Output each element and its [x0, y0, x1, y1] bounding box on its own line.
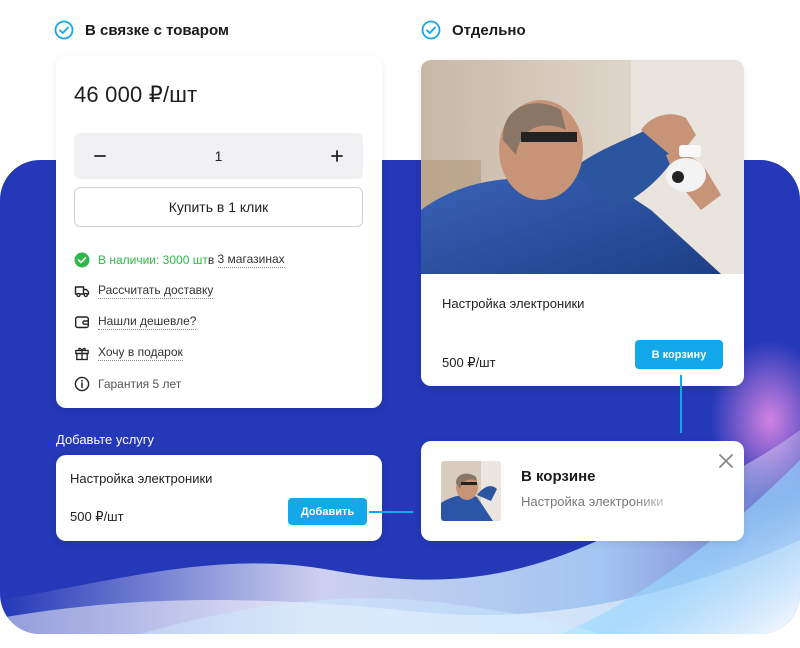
- service-price: 500 ₽/шт: [70, 509, 124, 524]
- notification-subtitle: Настройка электроники: [521, 494, 664, 509]
- close-icon[interactable]: [717, 452, 735, 470]
- warranty-text: Гарантия 5 лет: [98, 376, 182, 391]
- connector-line-horizontal: [369, 511, 413, 513]
- minus-icon: [94, 155, 106, 157]
- add-service-button[interactable]: Добавить: [288, 498, 367, 525]
- notification-thumbnail: [441, 461, 501, 521]
- truck-icon: [74, 283, 90, 299]
- buy-one-click-button[interactable]: Купить в 1 клик: [74, 187, 363, 227]
- notification-title: В корзине: [521, 468, 596, 485]
- gift-link[interactable]: Хочу в подарок: [98, 345, 183, 361]
- service-card: Настройка электроники 500 ₽/шт Добавить: [56, 455, 382, 541]
- check-circle-icon: [74, 252, 90, 268]
- stores-link[interactable]: 3 магазинах: [217, 252, 285, 268]
- heading-separate-label: Отдельно: [452, 21, 526, 39]
- check-circle-icon: [54, 20, 74, 40]
- heading-bundle-label: В связке с товаром: [85, 21, 230, 39]
- connector-line-vertical: [680, 375, 682, 433]
- cart-notification: В корзине Настройка электроники: [421, 441, 744, 541]
- wallet-icon: [74, 314, 90, 330]
- gift-icon: [74, 345, 90, 361]
- availability-status: В наличии: 3000 шт: [98, 252, 208, 267]
- availability-row: В наличии: 3000 шт в 3 магазинах: [74, 244, 374, 275]
- cheaper-row: Нашли дешевле?: [74, 306, 374, 337]
- service-photo: [421, 60, 744, 274]
- quantity-value[interactable]: 1: [215, 148, 223, 164]
- product-card: 46 000 ₽/шт 1 Купить в 1 клик В наличии:…: [56, 56, 382, 408]
- product-price: 46 000 ₽/шт: [74, 82, 198, 107]
- increment-button[interactable]: [327, 146, 347, 166]
- plus-icon: [331, 150, 343, 162]
- gift-row: Хочу в подарок: [74, 337, 374, 368]
- info-icon: [74, 376, 90, 392]
- product-info-list: В наличии: 3000 шт в 3 магазинах Рассчит…: [74, 244, 374, 399]
- add-to-cart-button[interactable]: В корзину: [635, 340, 723, 369]
- quantity-stepper: 1: [74, 133, 363, 179]
- decrement-button[interactable]: [90, 146, 110, 166]
- warranty-row: Гарантия 5 лет: [74, 368, 374, 399]
- add-service-label: Добавьте услугу: [56, 432, 155, 447]
- delivery-link[interactable]: Рассчитать доставку: [98, 283, 214, 299]
- cheaper-link[interactable]: Нашли дешевле?: [98, 314, 197, 330]
- service-title: Настройка электроники: [70, 471, 213, 486]
- separate-service-price: 500 ₽/шт: [442, 355, 496, 370]
- availability-prefix: в: [207, 252, 218, 267]
- check-circle-icon: [421, 20, 441, 40]
- heading-separate: Отдельно: [421, 20, 526, 40]
- separate-service-title: Настройка электроники: [442, 296, 585, 311]
- delivery-row: Рассчитать доставку: [74, 275, 374, 306]
- separate-service-card: Настройка электроники 500 ₽/шт В корзину: [421, 60, 744, 386]
- heading-bundle: В связке с товаром: [54, 20, 229, 40]
